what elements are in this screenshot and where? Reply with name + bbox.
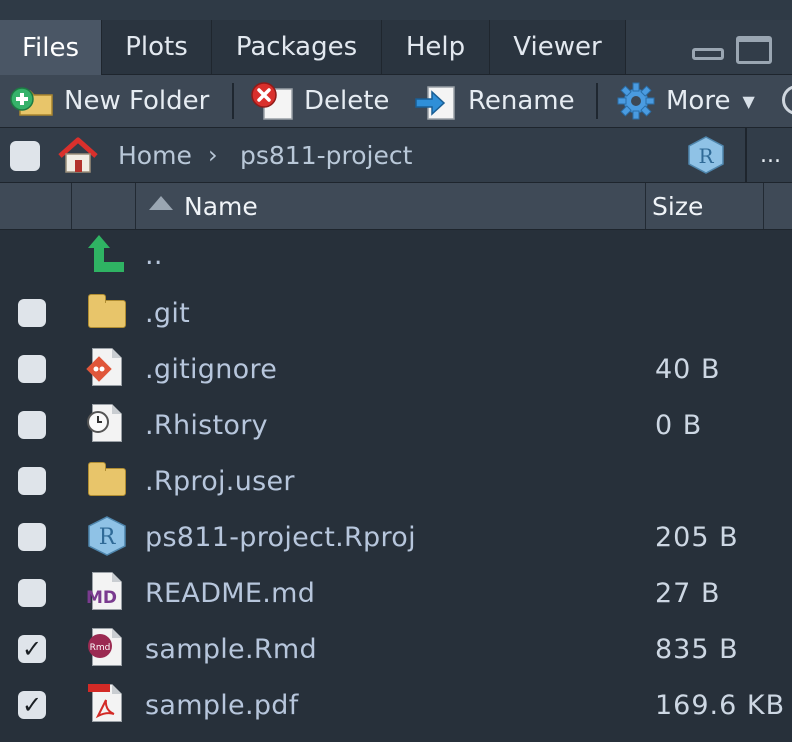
chevron-down-icon: ▼: [742, 91, 755, 111]
breadcrumb-home[interactable]: Home: [118, 128, 192, 182]
row-checkbox[interactable]: [18, 579, 46, 607]
delete-button[interactable]: Delete: [250, 75, 389, 127]
folder-icon: [86, 294, 128, 334]
header-icon-col: [72, 183, 136, 229]
tab-plots[interactable]: Plots: [102, 20, 212, 74]
path-breadcrumb-bar: Home › ps811-project R ...: [0, 128, 792, 183]
file-size: 205 B: [655, 522, 739, 553]
refresh-icon[interactable]: [782, 85, 792, 115]
sort-ascending-icon: [148, 195, 174, 215]
files-toolbar: New Folder Delete Rename More ▼: [0, 75, 792, 128]
new-folder-label: New Folder: [64, 86, 210, 116]
file-name-link[interactable]: .Rproj.user: [145, 466, 295, 497]
file-row[interactable]: ✓ sample.pdf 169.6 KB: [0, 678, 792, 734]
new-folder-button[interactable]: New Folder: [10, 75, 209, 127]
column-size-label: Size: [652, 191, 704, 221]
pane-tab-bar: Files Plots Packages Help Viewer: [0, 20, 792, 76]
pdf-file-icon: [86, 684, 128, 724]
row-checkbox-checked[interactable]: ✓: [18, 691, 46, 719]
up-arrow-icon: [86, 234, 128, 274]
minimize-pane-icon[interactable]: [692, 48, 724, 60]
parent-directory-link[interactable]: ..: [145, 240, 163, 271]
tab-viewer[interactable]: Viewer: [490, 20, 626, 74]
file-name-link[interactable]: .git: [145, 298, 190, 329]
file-size: 169.6 KB: [655, 690, 786, 721]
toolbar-separator: [596, 83, 598, 119]
file-list-header: Name Size: [0, 183, 792, 230]
delete-label: Delete: [304, 86, 390, 116]
history-file-icon: [86, 404, 128, 444]
row-checkbox[interactable]: [18, 523, 46, 551]
select-all-checkbox[interactable]: [10, 141, 40, 171]
parent-directory-row[interactable]: ..: [0, 230, 792, 286]
row-checkbox[interactable]: [18, 299, 46, 327]
toolbar-separator: [232, 83, 234, 119]
file-row[interactable]: ✓ Rmd sample.Rmd 835 B: [0, 622, 792, 678]
maximize-pane-icon[interactable]: [736, 36, 772, 64]
rproj-file-icon: R: [86, 516, 128, 556]
file-size: 835 B: [655, 634, 739, 665]
header-checkbox-col: [0, 183, 72, 229]
rename-label: Rename: [468, 86, 575, 116]
home-icon[interactable]: [56, 136, 100, 178]
new-folder-icon: [10, 81, 54, 121]
file-row[interactable]: .Rproj.user: [0, 454, 792, 510]
file-row[interactable]: .Rhistory 0 B: [0, 398, 792, 454]
file-size: 0 B: [655, 410, 703, 441]
file-name-link[interactable]: sample.Rmd: [145, 634, 317, 665]
row-checkbox[interactable]: [18, 411, 46, 439]
svg-text:R: R: [99, 525, 117, 550]
row-checkbox[interactable]: [18, 467, 46, 495]
tab-files[interactable]: Files: [0, 20, 102, 76]
git-file-icon: [86, 348, 128, 388]
row-checkbox-checked[interactable]: ✓: [18, 635, 46, 663]
more-menu-button[interactable]: More ▼: [616, 75, 755, 127]
folder-icon: [86, 462, 128, 502]
file-name-link[interactable]: .gitignore: [145, 354, 277, 385]
file-name-link[interactable]: README.md: [145, 578, 315, 609]
rproject-icon[interactable]: R: [686, 136, 726, 178]
file-row[interactable]: .git: [0, 286, 792, 342]
file-name-link[interactable]: sample.pdf: [145, 690, 299, 721]
rename-button[interactable]: Rename: [414, 75, 575, 127]
file-size: 40 B: [655, 354, 721, 385]
file-row[interactable]: .gitignore 40 B: [0, 342, 792, 398]
tab-packages[interactable]: Packages: [212, 20, 382, 74]
file-row[interactable]: MD README.md 27 B: [0, 566, 792, 622]
gear-icon: [616, 81, 656, 121]
overflow-menu-button[interactable]: ...: [760, 128, 781, 182]
more-label: More: [666, 86, 731, 116]
file-size: 27 B: [655, 578, 721, 609]
breadcrumb-separator: ›: [208, 141, 218, 169]
tab-help[interactable]: Help: [382, 20, 490, 74]
row-checkbox[interactable]: [18, 355, 46, 383]
file-name-link[interactable]: .Rhistory: [145, 410, 268, 441]
column-name-label: Name: [184, 191, 258, 221]
rename-icon: [414, 81, 458, 121]
markdown-file-icon: MD: [86, 572, 128, 612]
pathbar-divider: [745, 128, 747, 182]
window-top-strip: [0, 0, 792, 20]
delete-icon: [250, 81, 294, 121]
svg-text:R: R: [698, 144, 714, 168]
file-row[interactable]: R ps811-project.Rproj 205 B: [0, 510, 792, 566]
svg-text:Rmd: Rmd: [90, 643, 111, 653]
breadcrumb-current: ps811-project: [240, 140, 413, 170]
file-name-link[interactable]: ps811-project.Rproj: [145, 522, 416, 553]
rmd-file-icon: Rmd: [86, 628, 128, 668]
